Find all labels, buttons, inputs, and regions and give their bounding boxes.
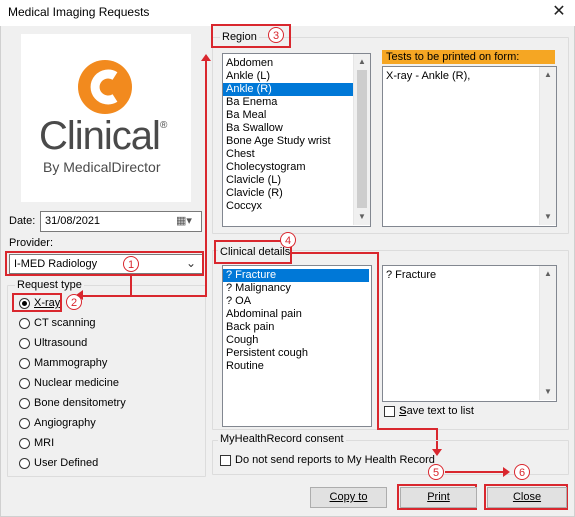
radio-mri[interactable] [19, 438, 30, 449]
annotation-badge-3: 3 [268, 27, 284, 43]
region-item[interactable]: Cholecystogram [223, 161, 353, 174]
radio-user-defined[interactable] [19, 458, 30, 469]
region-list[interactable]: Abdomen Ankle (L) Ankle (R) Ba Enema Ba … [222, 53, 371, 227]
clinical-textarea[interactable]: ? Fracture ▲ ▼ [382, 265, 557, 402]
save-text-checkbox[interactable] [384, 406, 395, 417]
annotation-badge-1: 1 [123, 256, 139, 272]
radio-label-ultrasound[interactable]: Ultrasound [34, 337, 87, 349]
clinical-scrollbar[interactable]: ▲ ▼ [539, 266, 556, 400]
region-item[interactable]: Ba Swallow [223, 122, 353, 135]
annotation-line-2-3 [205, 60, 207, 297]
clinical-item[interactable]: Abdominal pain [223, 308, 369, 321]
scroll-thumb[interactable] [357, 70, 367, 208]
tests-scrollbar[interactable]: ▲ ▼ [539, 67, 556, 225]
region-item[interactable]: Clavicle (R) [223, 187, 353, 200]
annotation-line-1-2 [130, 274, 132, 296]
annotation-line-5-6 [445, 471, 505, 473]
radio-angiography[interactable] [19, 418, 30, 429]
annotation-line-3-4 [205, 240, 207, 244]
radio-label-ct[interactable]: CT scanning [34, 317, 96, 329]
radio-label-nuclear[interactable]: Nuclear medicine [34, 377, 119, 389]
arrow-right-icon [503, 467, 510, 477]
region-item[interactable]: Bone Age Study wrist [223, 135, 353, 148]
radio-label-mri[interactable]: MRI [34, 437, 54, 449]
date-value: 31/08/2021 [45, 215, 101, 227]
mhr-label: MyHealthRecord consent [218, 433, 346, 445]
annotation-line-4-5c [377, 428, 437, 430]
copy-to-button[interactable]: Copy to [310, 487, 387, 508]
radio-bone[interactable] [19, 398, 30, 409]
region-scrollbar[interactable]: ▲ ▼ [353, 54, 370, 225]
region-item[interactable]: Coccyx [223, 200, 353, 213]
close-button[interactable]: Close [487, 487, 567, 508]
annotation-badge-5: 5 [428, 464, 444, 480]
region-item[interactable]: Ankle (L) [223, 70, 353, 83]
radio-label-user-defined[interactable]: User Defined [34, 457, 98, 469]
print-button[interactable]: Print [400, 487, 477, 508]
clinical-item[interactable]: ? OA [223, 295, 369, 308]
radio-label-angiography[interactable]: Angiography [34, 417, 96, 429]
clinical-logo: Clinical® By MedicalDirector [21, 34, 191, 202]
annotation-line-4-5b [377, 252, 379, 430]
region-item[interactable]: Clavicle (L) [223, 174, 353, 187]
tests-label: Tests to be printed on form: [386, 51, 520, 63]
scroll-up-icon[interactable]: ▲ [540, 269, 556, 278]
provider-label: Provider: [9, 237, 54, 249]
logo-word: Clinical® [39, 114, 167, 158]
scroll-up-icon[interactable]: ▲ [354, 57, 370, 66]
scroll-down-icon[interactable]: ▼ [540, 212, 556, 221]
calendar-icon[interactable]: ▦▾ [176, 214, 192, 227]
tests-header: Tests to be printed on form: [382, 50, 555, 64]
clinical-item[interactable]: Back pain [223, 321, 369, 334]
scroll-up-icon[interactable]: ▲ [540, 70, 556, 79]
clinical-item[interactable]: Routine [223, 360, 369, 373]
radio-label-mammography[interactable]: Mammography [34, 357, 107, 369]
mhr-checkbox-label[interactable]: Do not send reports to My Health Record [235, 454, 435, 466]
radio-ultrasound[interactable] [19, 338, 30, 349]
date-picker[interactable]: 31/08/2021 ▦▾ [40, 211, 202, 232]
request-type-label: Request type [15, 279, 84, 291]
region-item[interactable]: Chest [223, 148, 353, 161]
clinical-item-selected[interactable]: ? Fracture [223, 269, 369, 282]
annotation-box-1 [5, 251, 204, 276]
date-label: Date: [9, 215, 36, 227]
arrow-left-icon [76, 290, 83, 300]
radio-label-bone[interactable]: Bone densitometry [34, 397, 126, 409]
radio-nuclear[interactable] [19, 378, 30, 389]
clinical-list[interactable]: ? Fracture ? Malignancy ? OA Abdominal p… [222, 265, 372, 427]
annotation-line-2-3b [100, 295, 207, 297]
tests-textarea[interactable]: X-ray - Ankle (R), ▲ ▼ [382, 66, 557, 227]
clinical-text-value: ? Fracture [386, 269, 437, 281]
save-text-label[interactable]: SSave text to list [399, 405, 474, 417]
tests-value: X-ray - Ankle (R), [386, 70, 471, 82]
scroll-down-icon[interactable]: ▼ [540, 387, 556, 396]
arrow-up-icon [201, 54, 211, 61]
annotation-badge-4: 4 [280, 232, 296, 248]
clinical-item[interactable]: Cough [223, 334, 369, 347]
clinical-item[interactable]: ? Malignancy [223, 282, 369, 295]
annotation-badge-6: 6 [514, 464, 530, 480]
close-icon[interactable]: ✕ [548, 2, 570, 22]
radio-ct[interactable] [19, 318, 30, 329]
annotation-box-2 [12, 293, 62, 312]
scroll-down-icon[interactable]: ▼ [354, 212, 370, 221]
window-title: Medical Imaging Requests [8, 5, 150, 19]
region-item[interactable]: Abdomen [223, 57, 353, 70]
annotation-line-4-5 [292, 252, 377, 254]
region-item-selected[interactable]: Ankle (R) [223, 83, 353, 96]
radio-mammography[interactable] [19, 358, 30, 369]
logo-byline: By MedicalDirector [43, 159, 161, 175]
clinical-item[interactable]: Persistent cough [223, 347, 369, 360]
region-item[interactable]: Ba Enema [223, 96, 353, 109]
mhr-checkbox[interactable] [220, 455, 231, 466]
region-item[interactable]: Ba Meal [223, 109, 353, 122]
